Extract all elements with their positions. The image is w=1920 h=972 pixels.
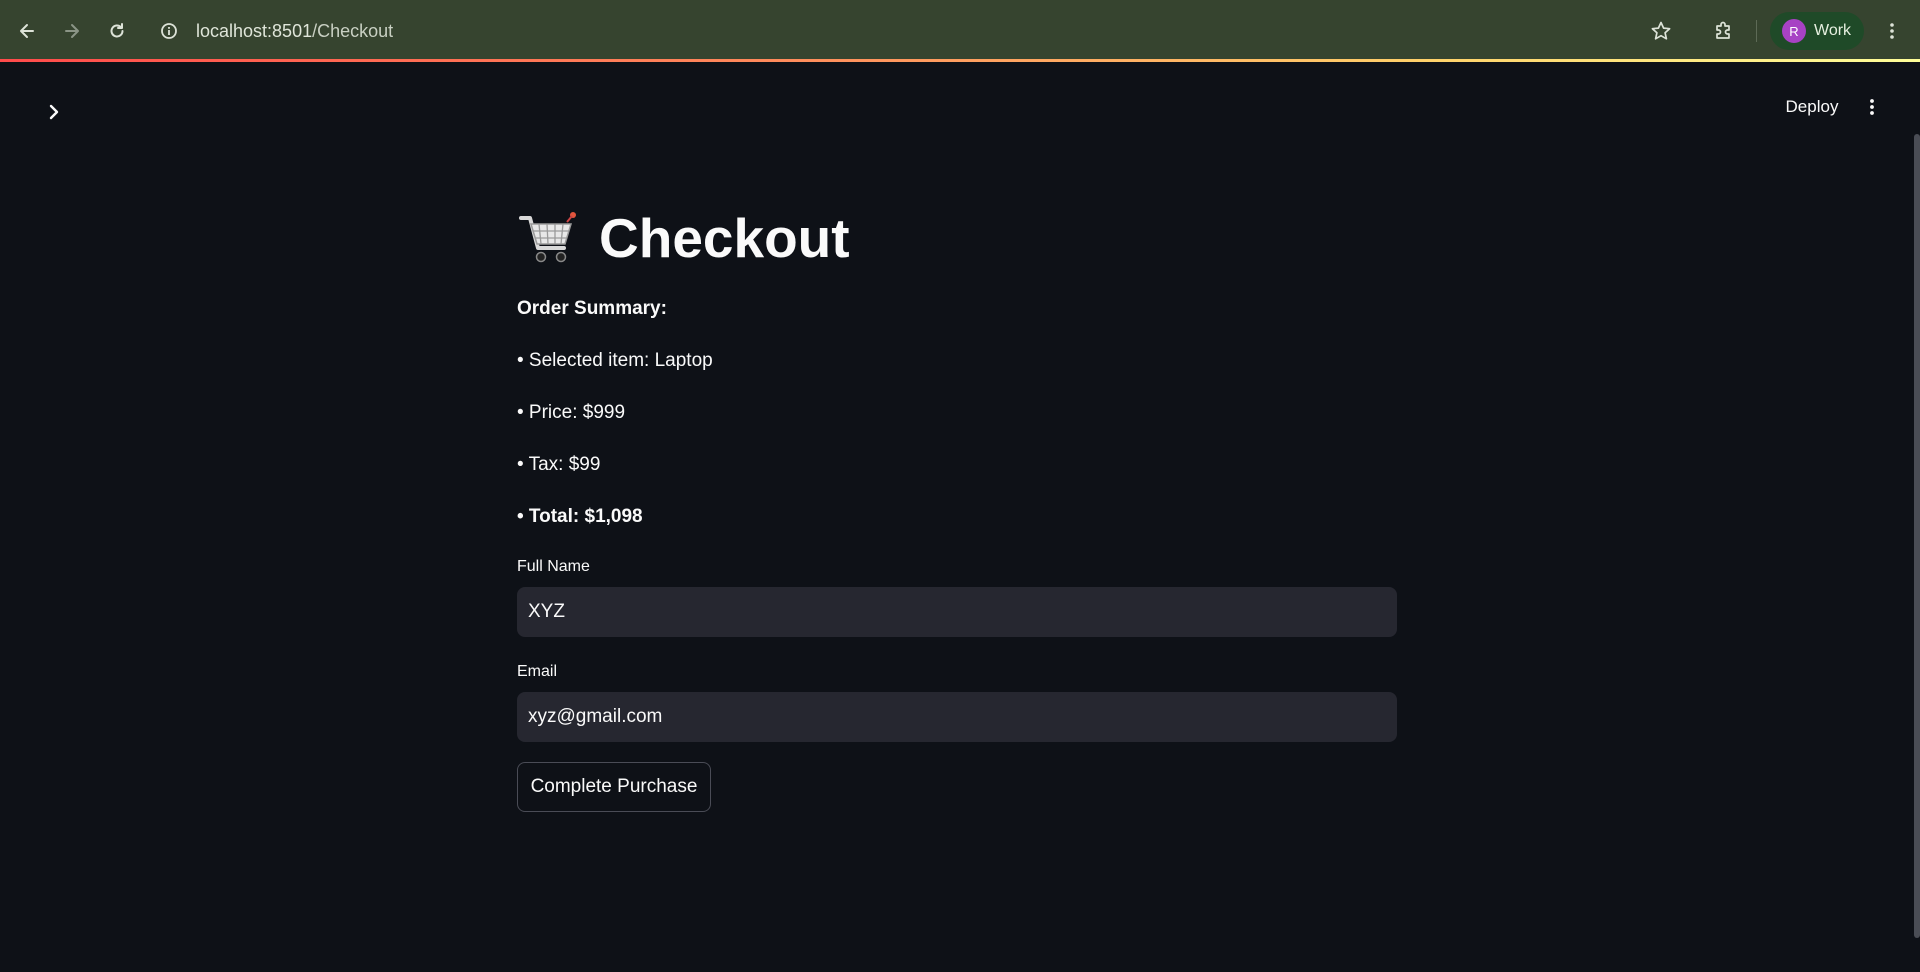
url-text: localhost:8501/Checkout <box>196 21 393 42</box>
extensions-button[interactable] <box>1706 13 1742 49</box>
page-scrollbar[interactable] <box>1914 134 1920 938</box>
profile-button[interactable]: R Work <box>1770 12 1864 50</box>
email-label: Email <box>517 663 558 680</box>
email-field[interactable] <box>517 692 1397 742</box>
complete-purchase-button[interactable]: Complete Purchase <box>517 762 711 812</box>
sidebar-expand-button[interactable] <box>40 98 68 126</box>
site-info-icon[interactable] <box>160 22 178 40</box>
kebab-menu-icon <box>1890 23 1894 39</box>
full-name-field[interactable] <box>517 587 1397 637</box>
toolbar-divider <box>1756 20 1757 42</box>
summary-item-price: • Price: $999 <box>517 402 626 423</box>
url-path: /Checkout <box>312 21 394 41</box>
reload-icon <box>110 23 124 38</box>
back-arrow-icon <box>20 24 34 38</box>
forward-button[interactable] <box>54 13 90 49</box>
app-decoration-bar <box>0 59 1920 62</box>
summary-item-total: • Total: $1,098 <box>517 506 643 527</box>
browser-menu-button[interactable] <box>1874 13 1910 49</box>
reload-button[interactable] <box>99 13 135 49</box>
profile-label: Work <box>1814 22 1852 39</box>
star-icon <box>1651 21 1671 40</box>
order-summary-heading: Order Summary: <box>517 298 667 319</box>
page-title: Checkout <box>517 200 1397 276</box>
url-host: localhost:8501 <box>196 21 313 41</box>
app-menu-button[interactable] <box>1860 92 1884 122</box>
full-name-label: Full Name <box>517 558 590 575</box>
shopping-cart-icon <box>519 212 576 263</box>
avatar: R <box>1782 19 1806 43</box>
deploy-button[interactable]: Deploy <box>1770 92 1854 122</box>
main-content: Checkout Order Summary: • Selected item:… <box>517 200 1397 812</box>
page-title-text: Checkout <box>599 207 850 269</box>
back-button[interactable] <box>9 13 45 49</box>
browser-toolbar: localhost:8501/Checkout R Work <box>0 0 1920 61</box>
kebab-menu-icon <box>1870 99 1874 115</box>
bookmark-button[interactable] <box>1643 13 1679 49</box>
summary-item-selected: • Selected item: Laptop <box>517 350 713 371</box>
puzzle-icon <box>1716 21 1730 39</box>
chevron-right-icon <box>49 104 59 120</box>
address-bar[interactable]: localhost:8501/Checkout <box>148 12 1688 50</box>
summary-item-tax: • Tax: $99 <box>517 454 601 475</box>
forward-arrow-icon <box>65 24 79 38</box>
